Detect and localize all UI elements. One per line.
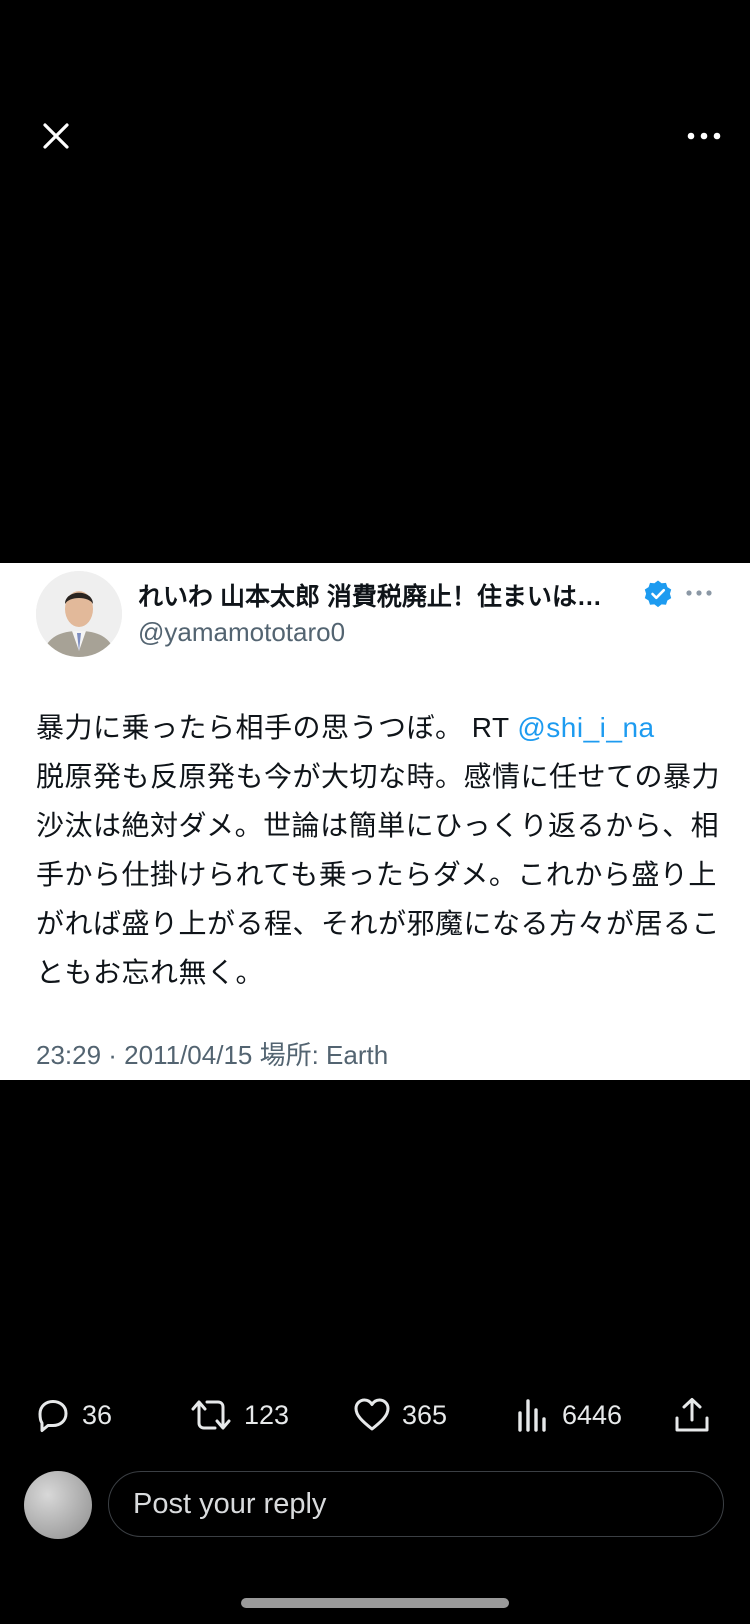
tweet-more-icon[interactable] — [684, 581, 714, 605]
views-count: 6446 — [562, 1399, 623, 1430]
tweet-text: 暴力に乗ったら相手の思うつぼ。 RT @shi_i_na 脱原発も反原発も今が大切… — [36, 703, 720, 997]
retweet-count: 123 — [244, 1399, 290, 1430]
more-horizontal-icon — [687, 132, 721, 140]
tweet-card: れいわ 山本太郎 消費税廃止！住まいは… @yamamototaro0 暴力に乗… — [0, 563, 750, 1080]
close-button[interactable] — [30, 110, 82, 162]
close-icon — [43, 123, 69, 149]
more-options-button[interactable] — [676, 110, 732, 162]
mention-link[interactable]: @shi_i_na — [517, 712, 654, 743]
share-button[interactable] — [672, 1390, 712, 1440]
author-avatar[interactable] — [36, 571, 122, 657]
like-count: 365 — [402, 1399, 448, 1430]
retweet-icon — [191, 1400, 231, 1430]
reply-count: 36 — [82, 1399, 113, 1430]
author-name[interactable]: れいわ 山本太郎 消費税廃止！住まいは… — [138, 577, 638, 613]
reply-icon — [38, 1400, 68, 1432]
reply-input[interactable] — [108, 1471, 724, 1537]
home-indicator[interactable] — [241, 1598, 509, 1608]
author-handle[interactable]: @yamamototaro0 — [138, 617, 345, 648]
tweet-metadata: 23:29 · 2011/04/15 場所: Earth — [36, 1040, 389, 1070]
tweet-text-part: 暴力に乗ったら相手の思うつぼ。 RT — [36, 712, 518, 743]
action-bar: 36 123 365 6446 — [0, 1390, 750, 1440]
current-user-avatar[interactable] — [24, 1471, 92, 1539]
tweet-text-part: 脱原発も反原発も今が大切な時。感情に任せての暴力沙汰は絶対ダメ。世論は簡単にひっ… — [36, 761, 721, 988]
reply-button[interactable]: 36 — [32, 1390, 112, 1440]
views-button[interactable]: 6446 — [512, 1390, 622, 1440]
top-bar — [0, 90, 750, 170]
retweet-button[interactable]: 123 — [188, 1390, 289, 1440]
verified-badge-icon — [644, 580, 672, 608]
views-chart-icon — [518, 1399, 546, 1432]
like-button[interactable]: 365 — [352, 1390, 447, 1440]
heart-icon — [354, 1398, 390, 1431]
share-icon — [675, 1398, 709, 1432]
